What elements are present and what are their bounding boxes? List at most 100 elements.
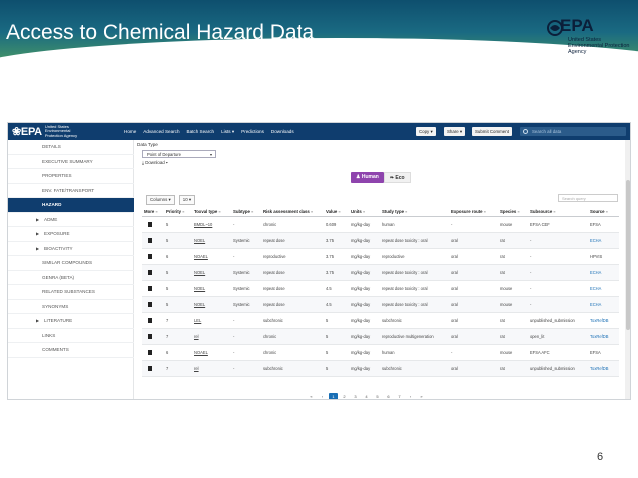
cell-source[interactable]: EFSA (590, 345, 601, 361)
col-header-study-type[interactable]: Study type ≡ (382, 207, 407, 217)
page-size-select[interactable]: 10 ▾ (178, 195, 196, 205)
sidebar-item-env-fate[interactable]: ENV. FATE/TRANSPORT (8, 184, 134, 198)
pager-item[interactable]: 2 (340, 393, 349, 399)
document-icon[interactable] (148, 286, 152, 291)
top-nav-bar: ❀EPA United States Environmental Protect… (8, 123, 630, 140)
copy-button[interactable]: Copy ▾ (416, 127, 436, 136)
col-header-more[interactable]: More ≡ (144, 207, 158, 217)
pager-item[interactable]: › (406, 393, 415, 399)
pager-item[interactable]: 3 (351, 393, 360, 399)
document-icon[interactable] (148, 238, 152, 243)
vertical-scrollbar[interactable] (625, 140, 630, 399)
cell-toxval-type[interactable]: NOEL (194, 233, 205, 249)
col-header-species[interactable]: Species ≡ (500, 207, 520, 217)
sidebar-item-hazard[interactable]: HAZARD (8, 198, 134, 213)
col-header-priority[interactable]: Priority ≡ (166, 207, 184, 217)
cell-toxval-type[interactable]: NOEL (194, 281, 205, 297)
cell-source[interactable]: ECHA (590, 265, 601, 281)
document-icon[interactable] (148, 270, 152, 275)
cell-source[interactable]: ECHA (590, 233, 601, 249)
document-icon[interactable] (148, 222, 152, 227)
cell-toxval-type[interactable]: NOEL (194, 265, 205, 281)
sidebar-item-genra[interactable]: GENRA (BETA) (8, 271, 134, 285)
submit-comment-button[interactable]: Submit Comment (472, 127, 512, 136)
cell-toxval-type[interactable]: NOAEL (194, 345, 208, 361)
col-header-source[interactable]: Source ≡ (590, 207, 608, 217)
data-type-select[interactable]: Point of Departure ▾ (142, 150, 216, 158)
columns-button[interactable]: Columns ▾ (146, 195, 175, 205)
cell-source[interactable]: ECHA (590, 297, 601, 313)
document-icon[interactable] (148, 366, 152, 371)
col-header-value[interactable]: Value ≡ (326, 207, 341, 217)
cell-source[interactable]: ToxRefDB (590, 329, 608, 345)
document-icon[interactable] (148, 302, 152, 307)
share-button[interactable]: Share ▾ (444, 127, 466, 136)
col-header-exposure-route[interactable]: Exposure route ≡ (451, 207, 486, 217)
scrollbar-thumb[interactable] (626, 180, 630, 330)
global-search-input[interactable]: Search all data (520, 127, 626, 136)
cell-toxval-type[interactable]: NOEL (194, 297, 205, 313)
sidebar-item-links[interactable]: LINKS (8, 329, 134, 343)
pager-item[interactable]: 1 (329, 393, 338, 399)
pager-item[interactable]: » (417, 393, 426, 399)
col-header-toxval-type[interactable]: Toxval type ≡ (194, 207, 221, 217)
sidebar-item-literature[interactable]: ▶ LITERATURE (8, 314, 134, 329)
app-logo[interactable]: ❀EPA United States Environmental Protect… (12, 124, 83, 138)
cell-toxval-type[interactable]: rel (194, 329, 199, 345)
cell-study-type: subchronic (382, 366, 402, 371)
cell-species: rat (500, 334, 505, 339)
col-header-units[interactable]: Units ≡ (351, 207, 365, 217)
cell-value: 5 (326, 366, 329, 371)
cell-source[interactable]: ToxRefDB (590, 361, 608, 377)
col-header-risk-class[interactable]: Risk assessment class ≡ (263, 207, 313, 217)
nav-predictions[interactable]: Predictions (241, 129, 264, 134)
cell-subsource: - (530, 286, 532, 291)
sidebar-item-similar-compounds[interactable]: SIMILAR COMPOUNDS (8, 256, 134, 271)
document-icon[interactable] (148, 254, 152, 259)
document-icon[interactable] (148, 350, 152, 355)
nav-advanced-search[interactable]: Advanced Search (143, 129, 179, 134)
eco-button[interactable]: ❧ Eco (383, 172, 411, 183)
slide-number: 6 (597, 451, 604, 463)
grid-search-input[interactable]: Search query (558, 194, 618, 202)
sidebar-item-adme[interactable]: ▶ ADME (8, 213, 134, 227)
pager-item[interactable]: 6 (384, 393, 393, 399)
cell-source[interactable]: ECHA (590, 281, 601, 297)
nav-home[interactable]: Home (124, 129, 136, 134)
sidebar-item-executive-summary[interactable]: EXECUTIVE SUMMARY (8, 155, 134, 169)
cell-source[interactable]: HPVIS (590, 249, 602, 265)
sidebar-item-related-substances[interactable]: RELATED SUBSTANCES (8, 285, 134, 300)
nav-lists[interactable]: Lists ▾ (221, 129, 234, 135)
cell-toxval-type[interactable]: NOAEL (194, 249, 208, 265)
sidebar-item-details[interactable]: DETAILS (8, 140, 134, 155)
cell-toxval-type[interactable]: rel (194, 361, 199, 377)
document-icon[interactable] (148, 334, 152, 339)
pager-item[interactable]: 5 (373, 393, 382, 399)
cell-subsource: - (530, 270, 532, 275)
human-button[interactable]: ♟ Human (351, 172, 384, 183)
col-header-subtype[interactable]: Subtype ≡ (233, 207, 253, 217)
table-header-row: More ≡ Priority ≡ Toxval type ≡ Subtype … (142, 207, 619, 217)
cell-subsource: - (530, 254, 532, 259)
cell-toxval-type[interactable]: BMDL~10 (194, 217, 212, 233)
cell-subtype: Systemic (233, 270, 250, 275)
cell-value: 5 (326, 334, 329, 339)
sidebar-item-exposure[interactable]: ▶ EXPOSURE (8, 227, 134, 242)
sidebar-item-synonyms[interactable]: SYNONYMS (8, 300, 134, 314)
document-icon[interactable] (148, 318, 152, 323)
pager-item[interactable]: ‹ (318, 393, 327, 399)
cell-source[interactable]: ToxRefDB (590, 313, 608, 329)
nav-downloads[interactable]: Downloads (271, 129, 294, 134)
pager-item[interactable]: « (307, 393, 316, 399)
sidebar-item-properties[interactable]: PROPERTIES (8, 169, 134, 184)
sidebar-item-comments[interactable]: COMMENTS (8, 343, 134, 358)
cell-source[interactable]: EFSA (590, 217, 601, 233)
sidebar-item-bioactivity[interactable]: ▶ BIOACTIVITY (8, 242, 134, 256)
nav-batch-search[interactable]: Batch Search (187, 129, 215, 134)
download-button[interactable]: ⤓ Download ▾ (142, 160, 168, 165)
cell-toxval-type[interactable]: LEL (194, 313, 201, 329)
pager-item[interactable]: 4 (362, 393, 371, 399)
col-header-subsource[interactable]: Subsource ≡ (530, 207, 556, 217)
pager-item[interactable]: 7 (395, 393, 404, 399)
cell-risk-class: chronic (263, 334, 277, 339)
